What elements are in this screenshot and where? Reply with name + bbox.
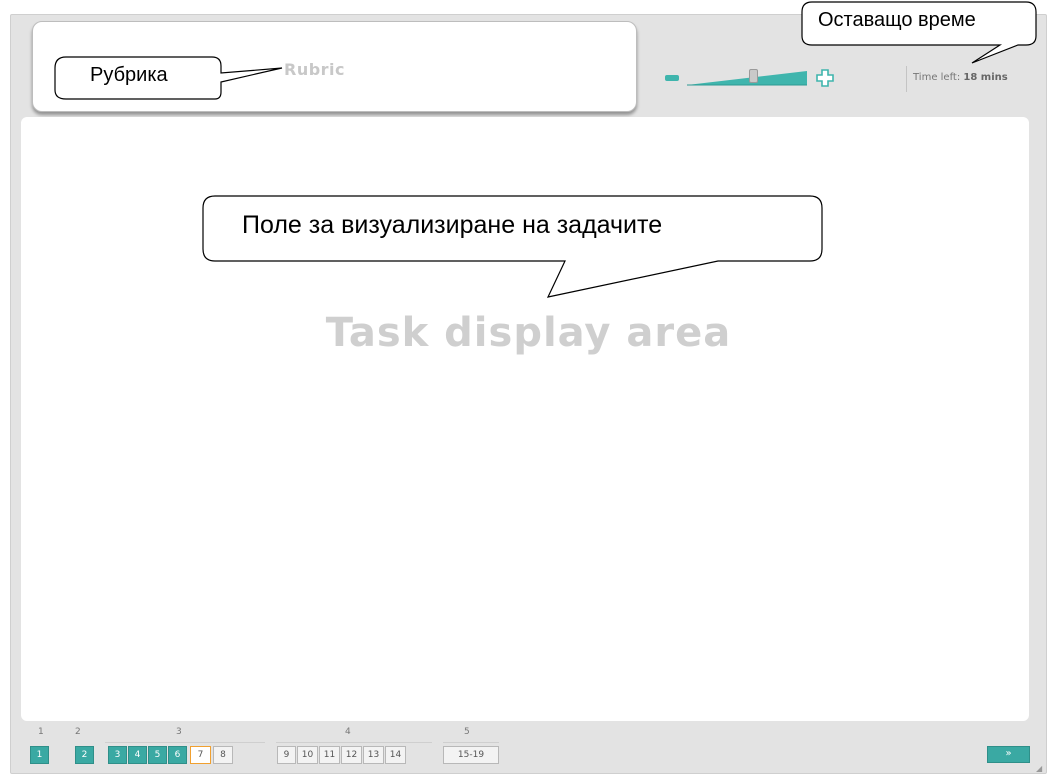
section-label: 3 [176, 727, 182, 737]
section-divider [105, 742, 265, 743]
question-button-2[interactable]: 2 [75, 746, 94, 764]
question-button-8[interactable]: 8 [213, 746, 233, 764]
double-chevron-right-icon: » [1005, 748, 1012, 759]
section-divider [276, 742, 432, 743]
task-area-callout-bubble [202, 195, 823, 298]
section-label: 2 [75, 727, 81, 737]
question-button-12[interactable]: 12 [341, 746, 362, 764]
resize-grip-icon[interactable]: ◢ [1036, 764, 1042, 773]
task-area-callout-text: Поле за визуализиране на задачите [242, 211, 663, 239]
question-button-15-19[interactable]: 15-19 [443, 746, 499, 764]
section-label: 5 [464, 727, 470, 737]
question-button-3[interactable]: 3 [108, 746, 127, 764]
question-button-11[interactable]: 11 [319, 746, 340, 764]
question-button-6[interactable]: 6 [168, 746, 187, 764]
section-label: 4 [345, 727, 351, 737]
question-button-13[interactable]: 13 [363, 746, 384, 764]
question-button-5[interactable]: 5 [148, 746, 167, 764]
next-button[interactable]: » [987, 746, 1030, 763]
question-button-10[interactable]: 10 [297, 746, 318, 764]
question-button-7[interactable]: 7 [190, 746, 211, 764]
section-divider [443, 742, 499, 743]
question-button-14[interactable]: 14 [385, 746, 406, 764]
section-label: 1 [38, 727, 44, 737]
question-button-4[interactable]: 4 [128, 746, 147, 764]
task-area-callout: Поле за визуализиране на задачите [0, 0, 823, 298]
question-button-9[interactable]: 9 [277, 746, 296, 764]
question-button-1[interactable]: 1 [30, 746, 49, 764]
